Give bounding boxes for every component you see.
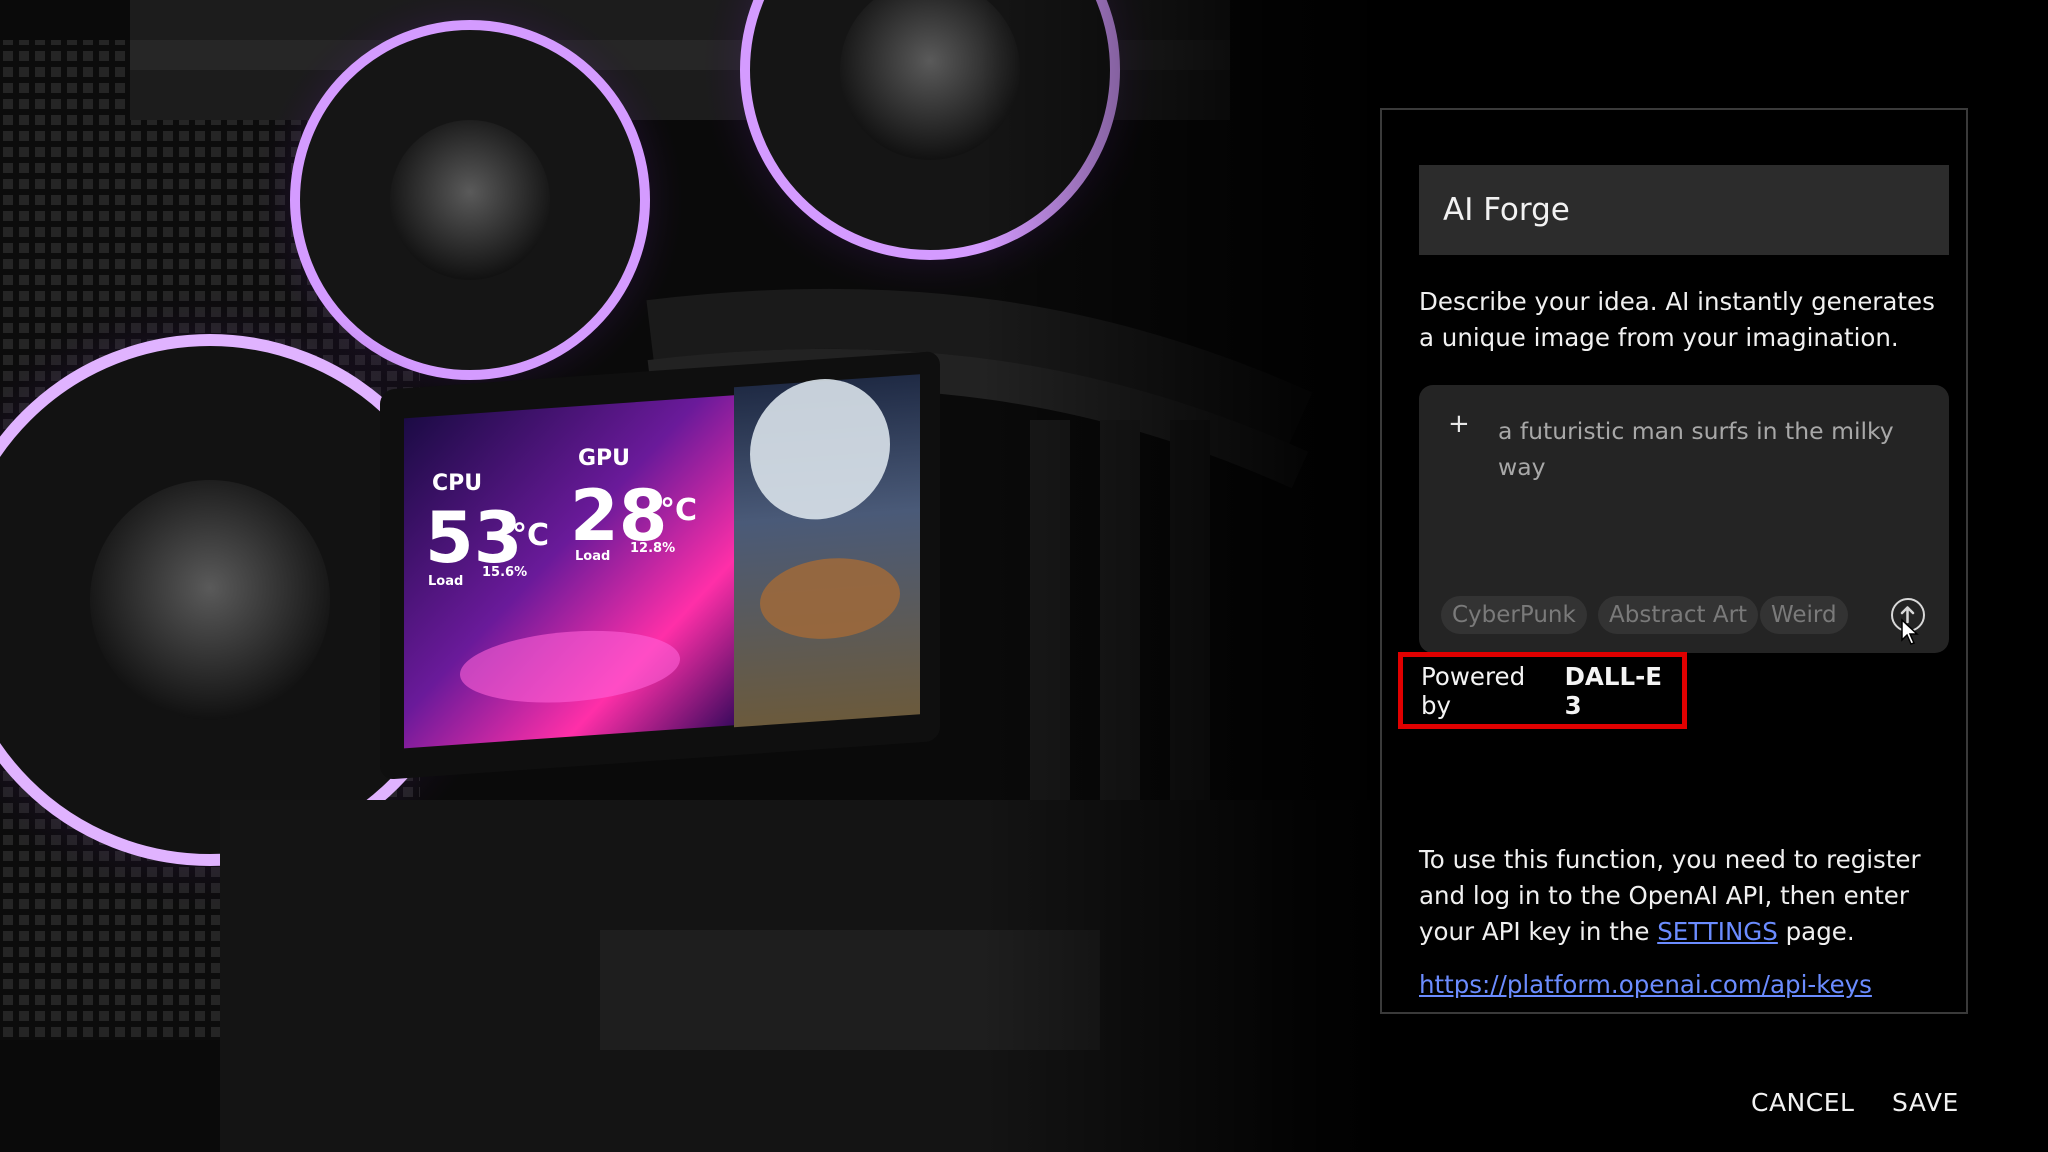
chip-cyberpunk[interactable]: CyberPunk	[1441, 596, 1587, 634]
lcd-gpu-label: GPU	[578, 446, 630, 471]
chip-weird[interactable]: Weird	[1760, 596, 1848, 634]
chip-abstract-art[interactable]: Abstract Art	[1598, 596, 1759, 634]
powered-by-model: DALL-E 3	[1564, 661, 1662, 720]
lcd-gpu-load-label: Load	[575, 549, 610, 564]
save-button[interactable]: SAVE	[1892, 1088, 1959, 1117]
openai-api-keys-link[interactable]: https://platform.openai.com/api-keys	[1419, 970, 1872, 999]
panel-title: AI Forge	[1419, 165, 1949, 255]
mouse-cursor-icon	[1901, 618, 1919, 645]
panel-title-text: AI Forge	[1443, 192, 1570, 228]
api-info-after: page.	[1777, 917, 1855, 946]
api-info-text: To use this function, you need to regist…	[1419, 842, 1949, 950]
lcd-gpu-unit: °C	[660, 493, 697, 528]
powered-by-prefix: Powered by	[1421, 661, 1526, 720]
powered-by-badge: Powered by DALL-E 3	[1398, 652, 1687, 729]
plus-icon[interactable]: +	[1448, 408, 1470, 440]
settings-link[interactable]: SETTINGS	[1657, 917, 1778, 946]
lcd-cpu-load-label: Load	[428, 574, 463, 589]
panel-description: Describe your idea. AI instantly generat…	[1419, 287, 1935, 352]
lcd-gpu-load: 12.8%	[630, 541, 675, 556]
prompt-input[interactable]: a futuristic man surfs in the milky way	[1498, 413, 1918, 485]
hardware-background-image: CPU 53 °C Load 15.6% GPU 28 °C Load 12.8…	[0, 0, 1440, 1152]
lcd-cpu-load: 15.6%	[482, 565, 527, 580]
lcd-cpu-label: CPU	[432, 471, 482, 496]
lcd-cpu-unit: °C	[512, 518, 549, 553]
cancel-button[interactable]: CANCEL	[1751, 1088, 1854, 1117]
